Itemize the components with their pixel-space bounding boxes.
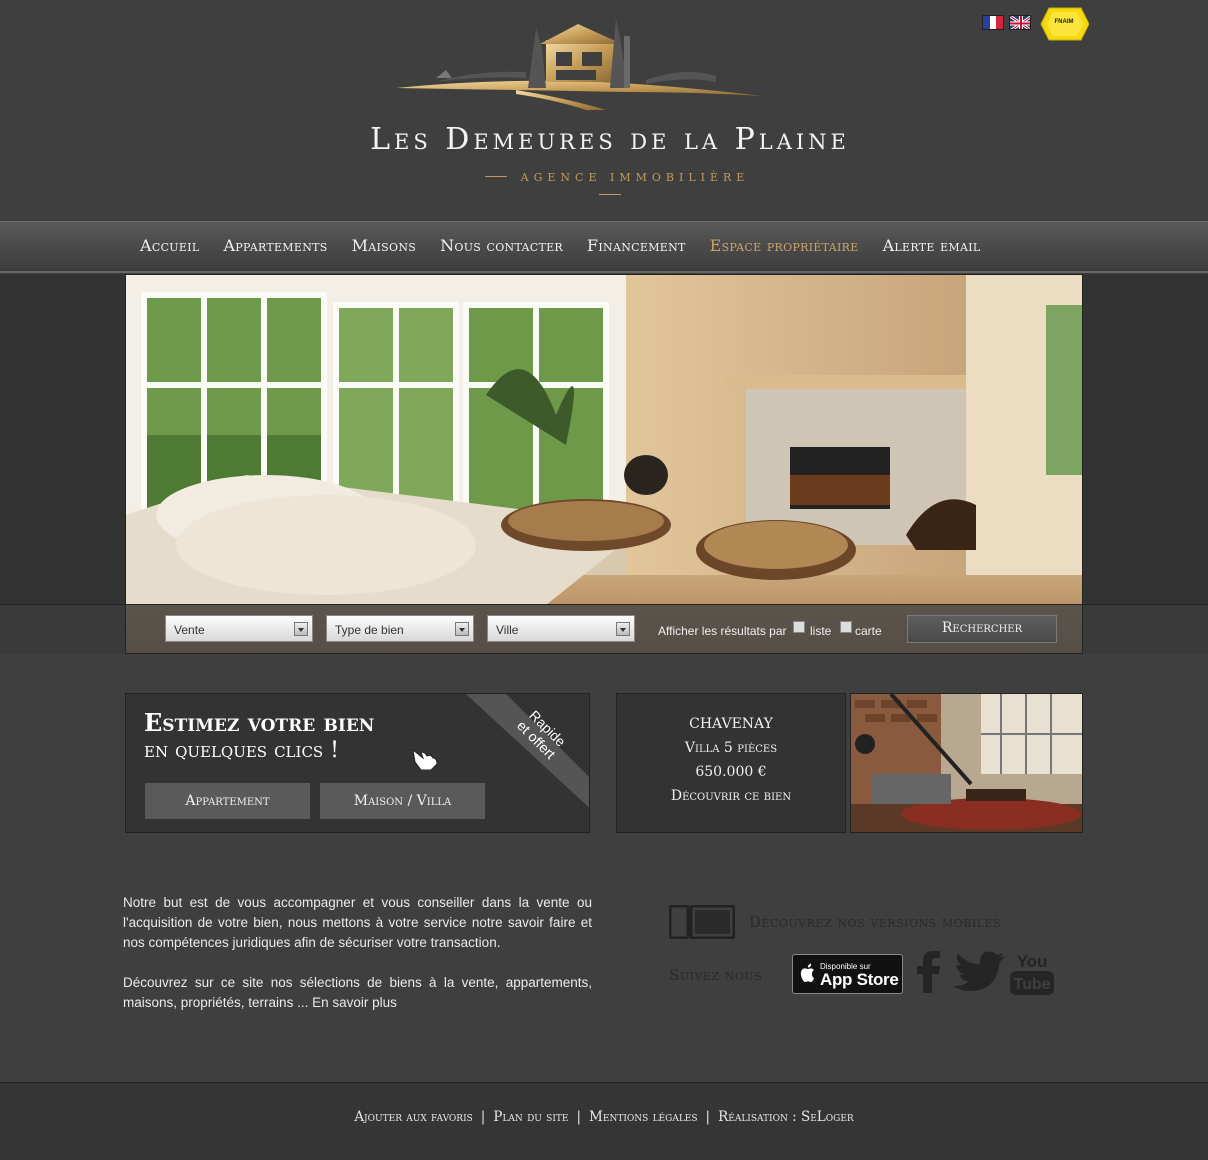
list-view-checkbox[interactable] — [793, 621, 805, 633]
header: Les Demeures de la Plaine Agence immobil… — [0, 0, 1208, 221]
mobile-devices-icon[interactable] — [669, 905, 735, 939]
intro-paragraph-1: Notre but est de vous accompagner et vou… — [123, 895, 592, 950]
french-flag-icon[interactable] — [982, 15, 1004, 30]
nav-item-espace-proprietaire[interactable]: Espace propriétaire — [710, 236, 859, 255]
featured-price: 650.000 € — [695, 764, 767, 780]
footer-link-favorites[interactable]: Ajouter aux favoris — [354, 1109, 472, 1125]
apple-icon — [800, 963, 814, 982]
footer-separator: | — [705, 1109, 711, 1125]
follow-us-label: Suivez nous — [669, 966, 763, 984]
transaction-select[interactable]: Vente — [165, 615, 313, 642]
app-store-button[interactable]: Disponible sur App Store — [792, 954, 903, 994]
property-type-select-value: Type de bien — [335, 623, 404, 637]
chevron-down-icon — [455, 622, 469, 636]
city-select-value: Ville — [496, 623, 519, 637]
fnaim-label: FNAIM — [1054, 19, 1074, 25]
intro-text: Notre but est de vous accompagner et vou… — [123, 893, 592, 1033]
search-button[interactable]: Rechercher — [907, 615, 1057, 643]
footer-separator: | — [480, 1109, 486, 1125]
footer-link-sitemap[interactable]: Plan du site — [493, 1109, 568, 1125]
nav-item-financement[interactable]: Financement — [587, 236, 686, 255]
intro-paragraph-2[interactable]: Découvrez sur ce site nos sélections de … — [123, 973, 592, 1013]
estimate-heading: Estimez votre bien — [144, 708, 375, 737]
subtitle-rule-left — [484, 176, 507, 178]
featured-link[interactable]: Découvrir ce bien — [617, 784, 845, 808]
living-room-photo — [126, 275, 1082, 653]
house-logo-icon — [396, 18, 762, 110]
map-view-label: carte — [855, 624, 882, 638]
twitter-icon[interactable] — [953, 951, 1005, 993]
mobile-versions-label[interactable]: Découvrez nos versions mobiles — [749, 913, 1001, 931]
footer-link-legal[interactable]: Mentions légales — [589, 1109, 697, 1125]
nav-item-appartements[interactable]: Appartements — [223, 236, 327, 255]
map-view-checkbox[interactable] — [840, 621, 852, 633]
main-nav: Accueil Appartements Maisons Nous contac… — [0, 221, 1208, 273]
featured-type: Villa 5 pièces — [684, 740, 778, 756]
footer-links: Ajouter aux favoris | Plan du site | Mention… — [0, 1109, 1208, 1125]
featured-city: CHAVENAY — [689, 716, 773, 732]
transaction-select-value: Vente — [174, 623, 205, 637]
pointing-hand-icon — [412, 748, 438, 770]
chevron-down-icon — [616, 622, 630, 636]
nav-item-alerte-email[interactable]: Alerte email — [883, 236, 981, 255]
youtube-word-tube: Tube — [1013, 976, 1050, 993]
list-view-label: liste — [810, 624, 832, 638]
site-subtitle-row: Agence immobilière — [450, 168, 770, 204]
english-flag-icon[interactable] — [1009, 15, 1031, 30]
youtube-icon[interactable]: You Tube — [1010, 951, 1054, 995]
search-bar: Vente Type de bien Ville Afficher les ré… — [125, 604, 1083, 654]
nav-item-accueil[interactable]: Accueil — [140, 236, 199, 255]
site-logo[interactable]: Les Demeures de la Plaine Agence immobil… — [330, 18, 890, 196]
app-store-label: App Store — [820, 970, 899, 989]
featured-listing-photo[interactable] — [850, 693, 1083, 833]
property-type-select[interactable]: Type de bien — [326, 615, 474, 642]
footer-link-credits[interactable]: Réalisation : SeLoger — [718, 1109, 854, 1125]
site-title: Les Demeures de la Plaine — [370, 122, 850, 157]
estimate-apartment-button[interactable]: Appartement — [145, 783, 310, 819]
facebook-icon[interactable] — [916, 951, 942, 993]
nav-item-contact[interactable]: Nous contacter — [440, 236, 563, 255]
city-select[interactable]: Ville — [487, 615, 635, 642]
results-display-label: Afficher les résultats par — [658, 624, 787, 638]
featured-listing[interactable]: CHAVENAY Villa 5 pièces 650.000 € Découv… — [616, 693, 846, 833]
estimate-house-button[interactable]: Maison / Villa — [320, 783, 485, 819]
union-jack-icon — [1010, 16, 1030, 29]
estimate-panel: Estimez votre bien en quelques clics ! R… — [125, 693, 590, 833]
loft-interior-photo — [851, 694, 1082, 832]
estimate-subheading: en quelques clics ! — [144, 738, 340, 763]
nav-item-maisons[interactable]: Maisons — [352, 236, 417, 255]
footer-separator: | — [576, 1109, 582, 1125]
chevron-down-icon — [294, 622, 308, 636]
footer: Ajouter aux favoris | Plan du site | Mention… — [0, 1082, 1208, 1160]
site-subtitle: Agence immobilière — [520, 171, 750, 184]
hero-image — [125, 274, 1083, 654]
youtube-word-you: You — [1017, 952, 1048, 971]
subtitle-rule-right — [599, 194, 621, 196]
